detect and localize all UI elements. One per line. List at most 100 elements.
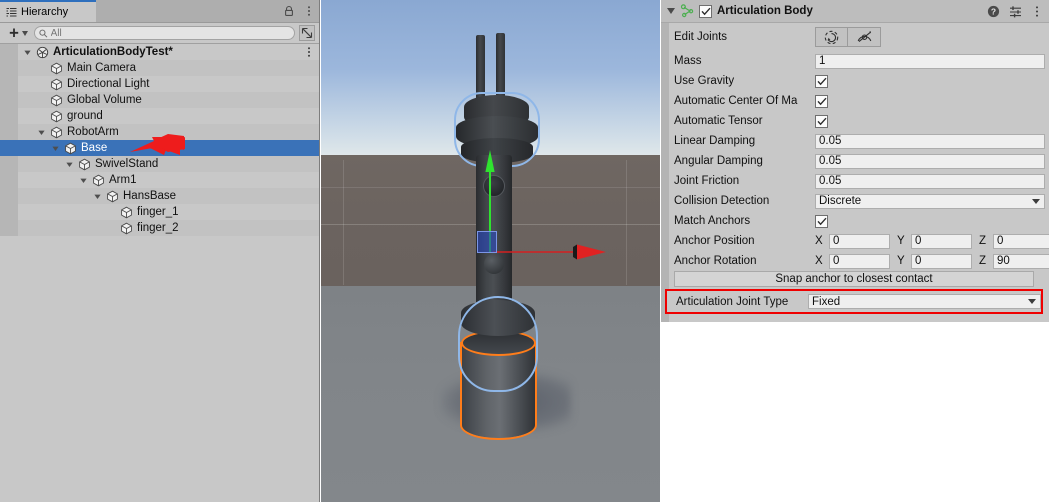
automatic-center-of-mass-label: Automatic Center Of Ma: [674, 95, 798, 107]
edit-joint-anchor-button[interactable]: [848, 27, 881, 47]
hierarchy-item-content: ArticulationBodyTest*: [0, 46, 173, 59]
gameobject-icon: [50, 94, 63, 107]
disclosure-triangle-expanded-icon[interactable]: [92, 191, 103, 202]
automatic-center-of-mass-row: Automatic Center Of Ma: [661, 91, 1049, 111]
hierarchy-item-content: Main Camera: [0, 62, 136, 75]
angular-damping-row: Angular Damping 0.05: [661, 151, 1049, 171]
anchor-rotation-z-field[interactable]: 90: [993, 253, 1049, 269]
gameobject-icon: [64, 142, 77, 155]
edit-joints-label: Edit Joints: [674, 31, 728, 43]
automatic-tensor-checkbox[interactable]: [815, 114, 828, 128]
snap-anchor-button[interactable]: Snap anchor to closest contact: [674, 271, 1034, 287]
joint-friction-field[interactable]: 0.05: [815, 173, 1045, 189]
mass-label: Mass: [674, 55, 702, 67]
hierarchy-item-articulationbodytest-[interactable]: ArticulationBodyTest*: [0, 44, 319, 60]
automatic-tensor-label: Automatic Tensor: [674, 115, 763, 127]
gameobject-icon: [92, 174, 105, 187]
disclosure-triangle-expanded-icon[interactable]: [50, 143, 61, 154]
preset-icon[interactable]: [1009, 5, 1022, 18]
gameobject-icon: [78, 158, 91, 171]
hierarchy-item-base[interactable]: Base: [0, 140, 319, 156]
component-enabled-checkbox[interactable]: [699, 4, 712, 18]
lock-icon[interactable]: [283, 5, 295, 17]
match-anchors-row: Match Anchors: [661, 211, 1049, 231]
gameobject-icon: [120, 222, 133, 235]
hierarchy-item-hansbase[interactable]: HansBase: [0, 188, 319, 204]
svg-text:?: ?: [991, 7, 996, 17]
joint-friction-row: Joint Friction 0.05: [661, 171, 1049, 191]
grid-line: [626, 160, 627, 285]
hierarchy-item-finger-1[interactable]: finger_1: [0, 204, 319, 220]
disclosure-triangle-expanded-icon[interactable]: [64, 159, 75, 170]
articulation-body-component: Articulation Body ? Edit Joints Mass 1 U…: [661, 0, 1049, 322]
hierarchy-item-finger-2[interactable]: finger_2: [0, 220, 319, 236]
gameobject-icon: [50, 78, 63, 91]
chevron-down-icon: [1032, 198, 1040, 204]
collision-detection-label: Collision Detection: [674, 195, 770, 207]
match-anchors-checkbox[interactable]: [815, 214, 828, 228]
articulation-joint-type-dropdown[interactable]: Fixed: [808, 294, 1041, 309]
hierarchy-item-label: finger_1: [137, 206, 179, 218]
axis-label-x: X: [815, 235, 823, 247]
hierarchy-tree[interactable]: ArticulationBodyTest* Main Camera Directio…: [0, 44, 319, 484]
gameobject-icon: [120, 206, 133, 219]
disclosure-triangle-expanded-icon[interactable]: [22, 47, 33, 58]
anchor-position-z-field[interactable]: 0: [993, 233, 1049, 249]
axis-label-y: Y: [897, 235, 905, 247]
hierarchy-item-label: Global Volume: [67, 94, 142, 106]
hierarchy-item-content: finger_1: [0, 206, 179, 219]
linear-damping-field[interactable]: 0.05: [815, 133, 1045, 149]
component-header-actions: ?: [987, 0, 1043, 23]
angular-damping-field[interactable]: 0.05: [815, 153, 1045, 169]
axis-label-x: X: [815, 255, 823, 267]
articulation-joint-type-label: Articulation Joint Type: [676, 295, 789, 308]
anchor-position-y-field[interactable]: 0: [911, 233, 972, 249]
hover-outline-base: [458, 296, 538, 392]
hierarchy-item-robotarm[interactable]: RobotArm: [0, 124, 319, 140]
joint-friction-label: Joint Friction: [674, 175, 740, 187]
hierarchy-item-content: Directional Light: [0, 78, 149, 91]
automatic-center-of-mass-checkbox[interactable]: [815, 94, 828, 108]
articulation-joint-type-row: Articulation Joint Type Fixed: [665, 289, 1043, 314]
tab-hierarchy[interactable]: Hierarchy: [0, 0, 96, 22]
anchor-position-row: Anchor Position X 0 Y 0 Z 0: [661, 231, 1049, 251]
gizmo-x-axis[interactable]: [493, 243, 608, 261]
kebab-menu-icon[interactable]: [303, 46, 315, 58]
kebab-menu-icon[interactable]: [1031, 5, 1043, 18]
gizmo-z-plane-handle[interactable]: [477, 231, 497, 253]
collision-detection-dropdown[interactable]: Discrete: [815, 193, 1045, 209]
anchor-rotation-x-field[interactable]: 0: [829, 253, 890, 269]
help-icon[interactable]: ?: [987, 5, 1000, 18]
hierarchy-item-label: Directional Light: [67, 78, 150, 90]
use-gravity-checkbox[interactable]: [815, 74, 828, 88]
disclosure-triangle-expanded-icon[interactable]: [78, 175, 89, 186]
hierarchy-item-content: SwivelStand: [0, 158, 158, 171]
collision-detection-value: Discrete: [819, 195, 862, 207]
anchor-rotation-y-field[interactable]: 0: [911, 253, 972, 269]
hierarchy-item-main-camera[interactable]: Main Camera: [0, 60, 319, 76]
edit-joint-angular-limits-button[interactable]: [815, 27, 848, 47]
anchor-position-label: Anchor Position: [674, 235, 755, 247]
hierarchy-item-label: Main Camera: [67, 62, 137, 74]
kebab-menu-icon[interactable]: [303, 5, 315, 17]
hierarchy-item-directional-light[interactable]: Directional Light: [0, 76, 319, 92]
hierarchy-item-arm1[interactable]: Arm1: [0, 172, 319, 188]
disclosure-triangle-expanded-icon[interactable]: [36, 127, 47, 138]
hierarchy-item-global-volume[interactable]: Global Volume: [0, 92, 319, 108]
hierarchy-item-content: Global Volume: [0, 94, 142, 107]
anchor-position-x-field[interactable]: 0: [829, 233, 890, 249]
scene-visibility-icon[interactable]: [299, 25, 315, 41]
search-input[interactable]: [34, 26, 295, 40]
gameobject-icon: [50, 110, 63, 123]
mass-field[interactable]: 1: [815, 53, 1045, 69]
hierarchy-item-ground[interactable]: ground: [0, 108, 319, 124]
match-anchors-label: Match Anchors: [674, 215, 751, 227]
search-field[interactable]: [50, 27, 290, 39]
hierarchy-panel: Hierarchy All ArticulationBodyTest* Main…: [0, 0, 320, 502]
scene-view[interactable]: [321, 0, 660, 502]
foldout-expanded-icon[interactable]: [667, 8, 675, 14]
component-title: Articulation Body: [717, 5, 813, 17]
hierarchy-item-label: HansBase: [123, 190, 177, 202]
create-button[interactable]: [4, 25, 30, 41]
hierarchy-item-swivelstand[interactable]: SwivelStand: [0, 156, 319, 172]
